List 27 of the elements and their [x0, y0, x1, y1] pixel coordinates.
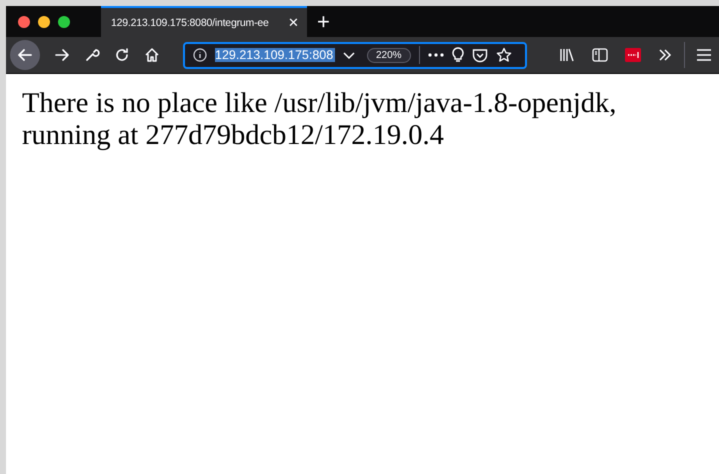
address-bar[interactable]: 129.213.109.175:808 220%	[183, 42, 527, 68]
more-icon[interactable]	[428, 53, 444, 57]
back-icon	[16, 46, 34, 64]
page-text: There is no place like /usr/lib/jvm/java-1.8-openjdk, running at 277d79bdcb12/172.19.0.4	[22, 88, 618, 152]
close-tab-button[interactable]: ✕	[288, 15, 299, 30]
info-icon[interactable]	[193, 48, 207, 62]
lightbulb-icon[interactable]	[452, 47, 464, 63]
zoom-level-button[interactable]: 220%	[367, 48, 411, 62]
extension-icon[interactable]	[625, 48, 641, 62]
browser-tab[interactable]: 129.213.109.175:8080/integrum-ee ✕	[101, 6, 307, 37]
zoom-window-button[interactable]	[58, 16, 70, 28]
back-button[interactable]	[10, 40, 40, 70]
minimize-window-button[interactable]	[38, 16, 50, 28]
star-icon[interactable]	[496, 47, 512, 63]
reload-icon[interactable]	[114, 47, 130, 63]
wrench-icon[interactable]	[84, 47, 100, 63]
tab-title: 129.213.109.175:8080/integrum-ee	[111, 16, 269, 28]
url-text: 129.213.109.175:808	[215, 48, 335, 62]
menu-icon[interactable]	[697, 49, 711, 61]
home-icon[interactable]	[144, 47, 160, 63]
forward-icon[interactable]	[54, 47, 70, 63]
new-tab-button[interactable]: +	[309, 6, 330, 37]
pocket-icon[interactable]	[472, 48, 488, 62]
close-window-button[interactable]	[18, 16, 30, 28]
overflow-icon[interactable]	[658, 49, 672, 61]
sidebar-icon[interactable]	[592, 48, 608, 62]
library-icon[interactable]	[559, 48, 575, 62]
